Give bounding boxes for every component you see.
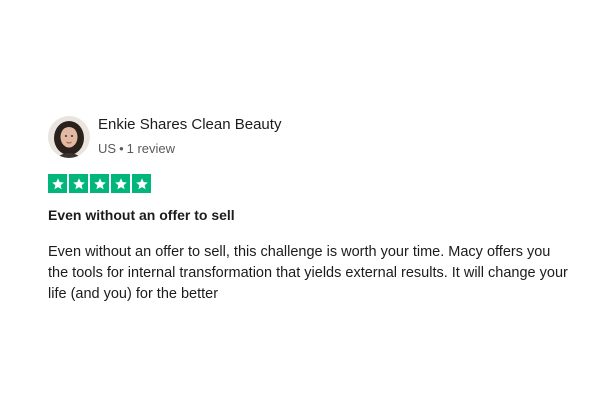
meta-separator: • [119,141,124,156]
star-icon [90,174,109,193]
reviewer-name[interactable]: Enkie Shares Clean Beauty [98,116,281,134]
star-icon [48,174,67,193]
review-text: Even without an offer to sell, this chal… [48,244,568,302]
star-rating [48,174,151,193]
reviewer-review-count: 1 review [126,141,176,156]
review-title[interactable]: Even without an offer to sell [48,206,235,224]
star-icon [132,174,151,193]
reviewer-meta: US • 1 review [98,141,175,157]
avatar[interactable] [48,116,90,158]
reviewer-country: US [98,141,117,156]
review-card: Enkie Shares Clean Beauty US • 1 review Ev… [0,0,600,400]
avatar-image [48,116,90,158]
star-icon [69,174,88,193]
star-icon [111,174,130,193]
